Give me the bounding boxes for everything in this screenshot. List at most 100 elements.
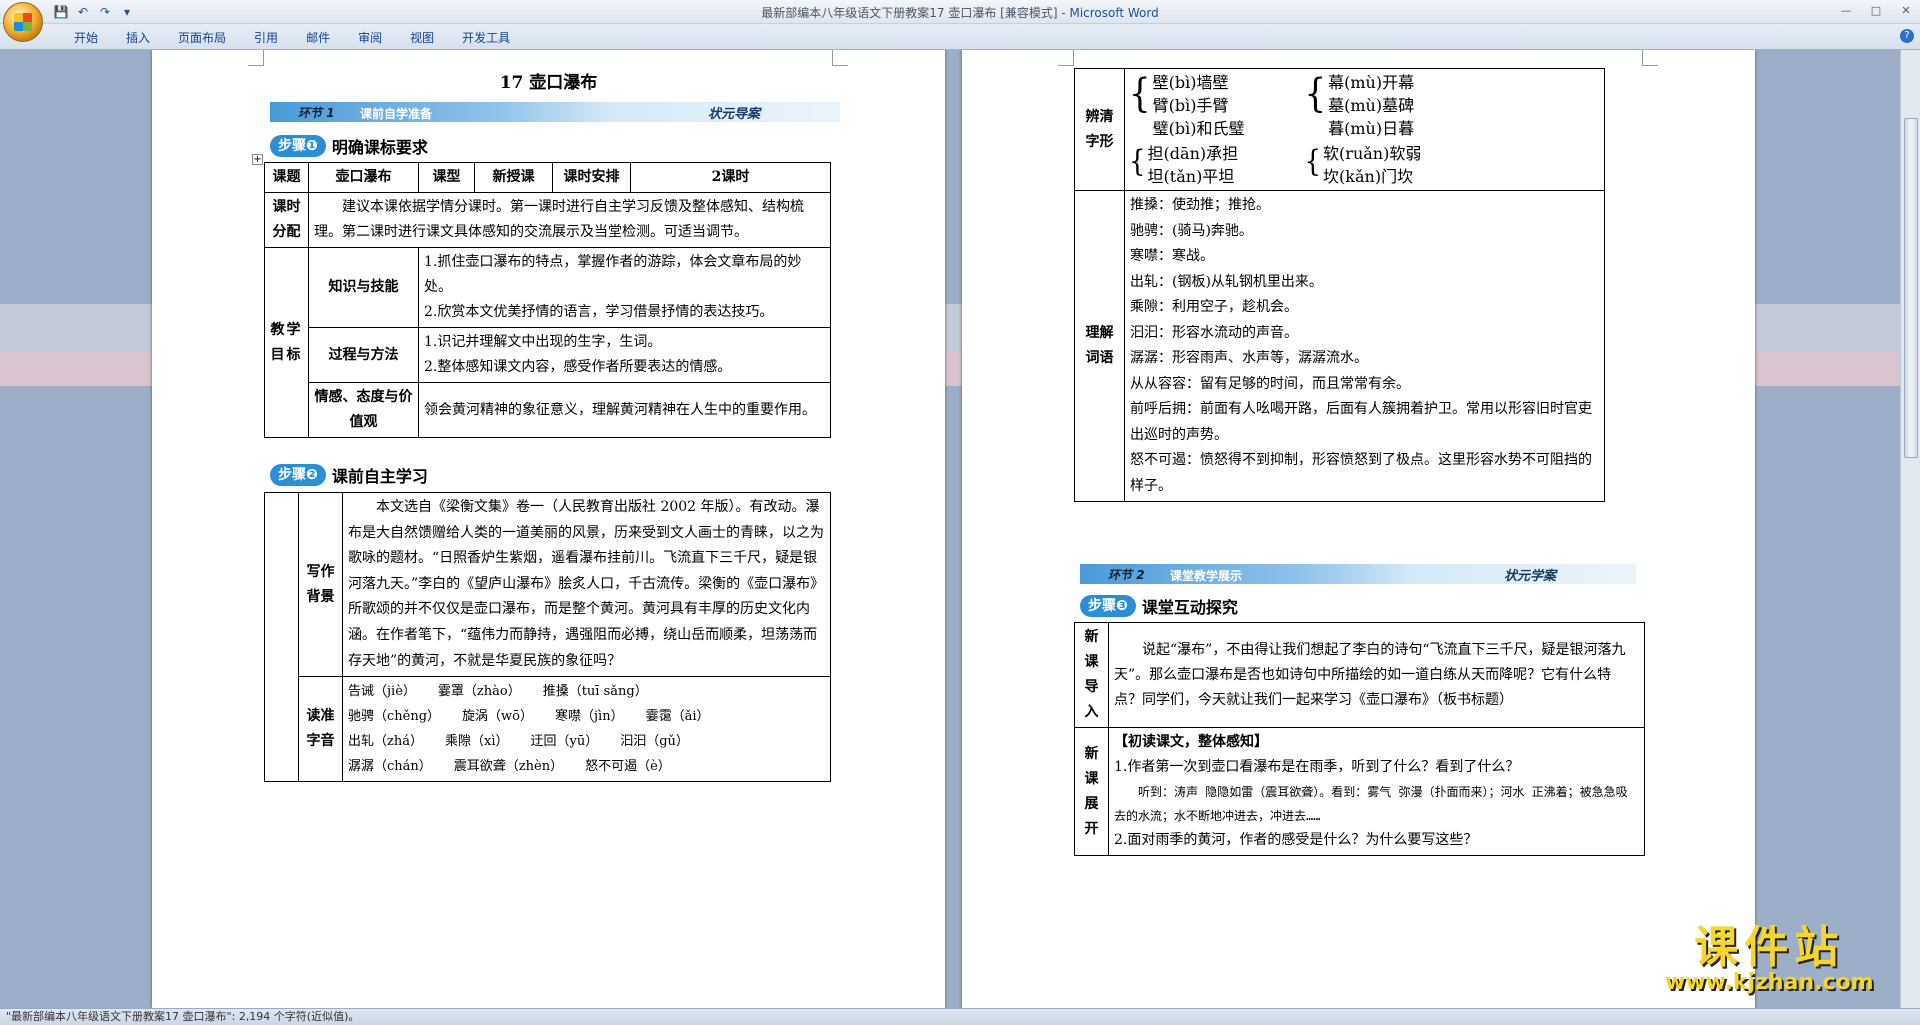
shape-item: 坎(kǎn)门坎: [1323, 167, 1414, 186]
cell-goal-2: 领会黄河精神的象征意义，理解黄河精神在人生中的重要作用。: [418, 382, 831, 438]
cell-time-label: 课时分配: [264, 192, 309, 248]
document-title: 最新部编本八年级语文下册教案17 壶口瀑布 [兼容模式] -: [761, 6, 1070, 20]
cell-goal-1-label: 过程与方法: [308, 327, 419, 383]
banner-right: 状元导案: [707, 107, 760, 122]
tab-6[interactable]: 视图: [396, 29, 448, 47]
window-title: 最新部编本八年级语文下册教案17 壶口瀑布 [兼容模式] - Microsoft…: [0, 4, 1920, 21]
cell-pinyin: 告诫（jiè） 霎罩（zhào） 推搡（tuī sǎng） 驰骋（chěng） 旋涡（w…: [342, 676, 831, 783]
goal-item: 2.欣赏本文优美抒情的语言，学习借景抒情的表达技巧。: [424, 304, 774, 320]
margin-mark: [248, 50, 264, 66]
shape-item: 幕(mù)开幕: [1328, 73, 1415, 92]
pinyin-row: 出轧（zhá） 乘隙（xì） 迂回（yū） 汩汩（gǔ）: [348, 729, 825, 754]
step-pill: 步骤❸: [1080, 595, 1136, 617]
shape-item: 臂(bì)手臂: [1152, 96, 1229, 115]
vocab-table: 辨清字形 {壁(bì)墙壁 臂(bì)手臂 璧(bì)和氏璧 {担(dān)承担 坦(…: [1074, 68, 1605, 502]
word-item: 寒噤：寒战。: [1130, 248, 1214, 264]
banner-right: 状元学案: [1503, 569, 1556, 584]
watermark-line1: 课件站: [1694, 922, 1845, 973]
word-item: 汩汩：形容水流动的声音。: [1130, 324, 1298, 341]
cell-goal-2-label: 情感、态度与价值观: [308, 382, 419, 438]
pinyin-word: 乘隙（xì）: [444, 734, 509, 750]
word-item: 推搡：使劲推；推抢。: [1130, 197, 1270, 213]
shape-item: 软(ruǎn)软弱: [1323, 144, 1422, 163]
step-2-heading: 步骤❷ 课前自主学习: [270, 463, 428, 487]
table-row: 教学目标 知识与技能 1.抓住壶口瀑布的特点，掌握作者的游踪，体会文章布局的妙处…: [264, 247, 831, 438]
tab-5[interactable]: 审阅: [344, 29, 396, 47]
step-3-heading: 步骤❸ 课堂互动探究: [1080, 594, 1238, 618]
maximize-icon[interactable]: □: [1868, 2, 1884, 18]
cell-bg-label: 写作背景: [298, 491, 343, 678]
cell-type-label: 课型: [418, 162, 475, 193]
banner-text: 课堂教学展示: [1170, 569, 1243, 583]
cell-goal-0: 1.抓住壶口瀑布的特点，掌握作者的游踪，体会文章布局的妙处。 2.欣赏本文优美抒情…: [418, 247, 831, 328]
vertical-scrollbar[interactable]: [1900, 50, 1920, 1008]
shape-item: 墓(mù)墓碑: [1328, 96, 1415, 115]
table-row: 理解词语 推搡：使劲推；推抢。 驰骋：(骑马)奔驰。 寒噤：寒战。 出轧：(钢板)从轧…: [1074, 190, 1605, 502]
margin-mark: [1058, 50, 1074, 66]
word-item: 出轧：(钢板)从轧钢机里出来。: [1130, 273, 1323, 290]
help-icon[interactable]: ?: [1900, 29, 1914, 43]
lesson-plan-table: 课题 壶口瀑布 课型 新授课 课时安排 2课时 课时分配 建议本课依据学情分课时…: [264, 162, 831, 438]
cell-topic-label: 课题: [264, 162, 309, 193]
tab-7[interactable]: 开发工具: [448, 29, 524, 47]
shape-item: 璧(bì)和氏璧: [1152, 119, 1245, 138]
step-pill: 步骤❶: [270, 135, 326, 157]
word-item: 乘隙：利用空子，趁机会。: [1130, 299, 1298, 315]
shape-group: 担(dān)承担 坦(tǎn)平坦: [1148, 142, 1239, 188]
pinyin-word: 霎罩（zhào）: [437, 684, 521, 700]
doc-title: 17 壶口瀑布: [499, 73, 598, 93]
tab-4[interactable]: 邮件: [292, 29, 344, 47]
brace-icon: {: [1129, 71, 1151, 117]
step-title: 课堂互动探究: [1141, 598, 1238, 617]
word-item: 从从容容：留有足够的时间，而且常常有余。: [1130, 375, 1410, 392]
pinyin-word: 寒噤（jìn）: [555, 709, 624, 725]
table-move-handle-icon[interactable]: +: [252, 154, 263, 165]
tab-0[interactable]: 开始: [60, 29, 112, 47]
pinyin-word: 驰骋（chěng）: [348, 709, 441, 725]
pinyin-row: 告诫（jiè） 霎罩（zhào） 推搡（tuī sǎng）: [348, 679, 825, 704]
shape-item: 担(dān)承担: [1147, 144, 1239, 163]
pinyin-word: 出轧（zhá）: [348, 734, 423, 750]
dev-q1: 1.作者第一次到壶口看瀑布是在雨季，听到了什么？看到了什么？: [1114, 759, 1520, 775]
pinyin-word: 迂回（yū）: [530, 734, 599, 750]
table-row: 课题 壶口瀑布 课型 新授课 课时安排 2课时: [264, 162, 831, 193]
scrollbar-thumb[interactable]: [1904, 118, 1918, 458]
title-bar: 💾 ↶ ↷ ▾ 最新部编本八年级语文下册教案17 壶口瀑布 [兼容模式] - M…: [0, 0, 1920, 24]
pinyin-word: 汩汩（gǔ）: [620, 734, 689, 750]
pinyin-row: 驰骋（chěng） 旋涡（wō） 寒噤（jìn） 霎霭（ǎi）: [348, 704, 825, 729]
cell-shape-label: 辨清字形: [1074, 68, 1125, 191]
pinyin-word: 霎霭（ǎi）: [645, 709, 710, 725]
office-button[interactable]: [3, 2, 43, 42]
close-icon[interactable]: ✕: [1898, 2, 1914, 18]
banner-tag: 环节 1: [298, 106, 335, 120]
app-name: Microsoft Word: [1069, 6, 1159, 20]
pinyin-row: 潺潺（chán） 震耳欲聋（zhèn） 怒不可遏（è）: [348, 754, 825, 779]
tab-2[interactable]: 页面布局: [164, 29, 240, 47]
step-1-heading: 步骤❶ 明确课标要求: [270, 134, 428, 158]
minimize-icon[interactable]: —: [1838, 2, 1854, 18]
cell-bg-text: 本文选自《梁衡文集》卷一（人民教育出版社 2002 年版）。有改动。瀑布是大自然…: [342, 491, 831, 678]
tab-1[interactable]: 插入: [112, 29, 164, 47]
cell-words: 推搡：使劲推；推抢。 驰骋：(骑马)奔驰。 寒噤：寒战。 出轧：(钢板)从轧钢机里出来…: [1124, 190, 1605, 502]
shape-group: 幕(mù)开幕 墓(mù)墓碑 暮(mù)日暮: [1328, 71, 1414, 140]
cell-pinyin-label: 读准字音: [298, 676, 343, 783]
tab-3[interactable]: 引用: [240, 29, 292, 47]
cell-shape: {壁(bì)墙壁 臂(bì)手臂 璧(bì)和氏璧 {担(dān)承担 坦(tǎn)平…: [1124, 68, 1605, 191]
cell-dev: 【初读课文，整体感知】 1.作者第一次到壶口看瀑布是在雨季，听到了什么？看到了什…: [1108, 727, 1645, 856]
brace-icon: {: [1304, 71, 1327, 117]
cell-time-text: 建议本课依据学情分课时。第一课时进行自主学习反馈及整体感知、结构梳理。第二课时进…: [308, 192, 831, 248]
window-controls: — □ ✕: [1838, 2, 1914, 18]
word-item: 前呼后拥：前面有人吆喝开路，后面有人簇拥着护卫。常用以形容旧时官吏出巡时的声势。: [1130, 401, 1592, 443]
table-row: 新课展开 【初读课文，整体感知】 1.作者第一次到壶口看瀑布是在雨季，听到了什么…: [1074, 727, 1645, 856]
cell-word-label: 理解词语: [1074, 190, 1125, 502]
ribbon-tabs: 开始 插入 页面布局 引用 邮件 审阅 视图 开发工具: [60, 29, 524, 47]
table-row: 读准字音 告诫（jiè） 霎罩（zhào） 推搡（tuī sǎng） 驰骋（chěng…: [265, 676, 831, 783]
pinyin-word: 怒不可遏（è）: [585, 759, 671, 775]
cell-blank: [264, 491, 299, 783]
cell-intro-label: 新课导入: [1074, 622, 1109, 728]
cell-goal-1: 1.识记并理解文中出现的生字，生词。 2.整体感知课文内容，感受作者所要表达的情感…: [418, 327, 831, 383]
table-row: 课时分配 建议本课依据学情分课时。第一课时进行自主学习反馈及整体感知、结构梳理。…: [264, 192, 831, 248]
cell-topic: 壶口瀑布: [308, 162, 419, 193]
ribbon-tab-bar: 开始 插入 页面布局 引用 邮件 审阅 视图 开发工具 ?: [0, 24, 1920, 50]
cell-schedule-label: 课时安排: [552, 162, 631, 193]
